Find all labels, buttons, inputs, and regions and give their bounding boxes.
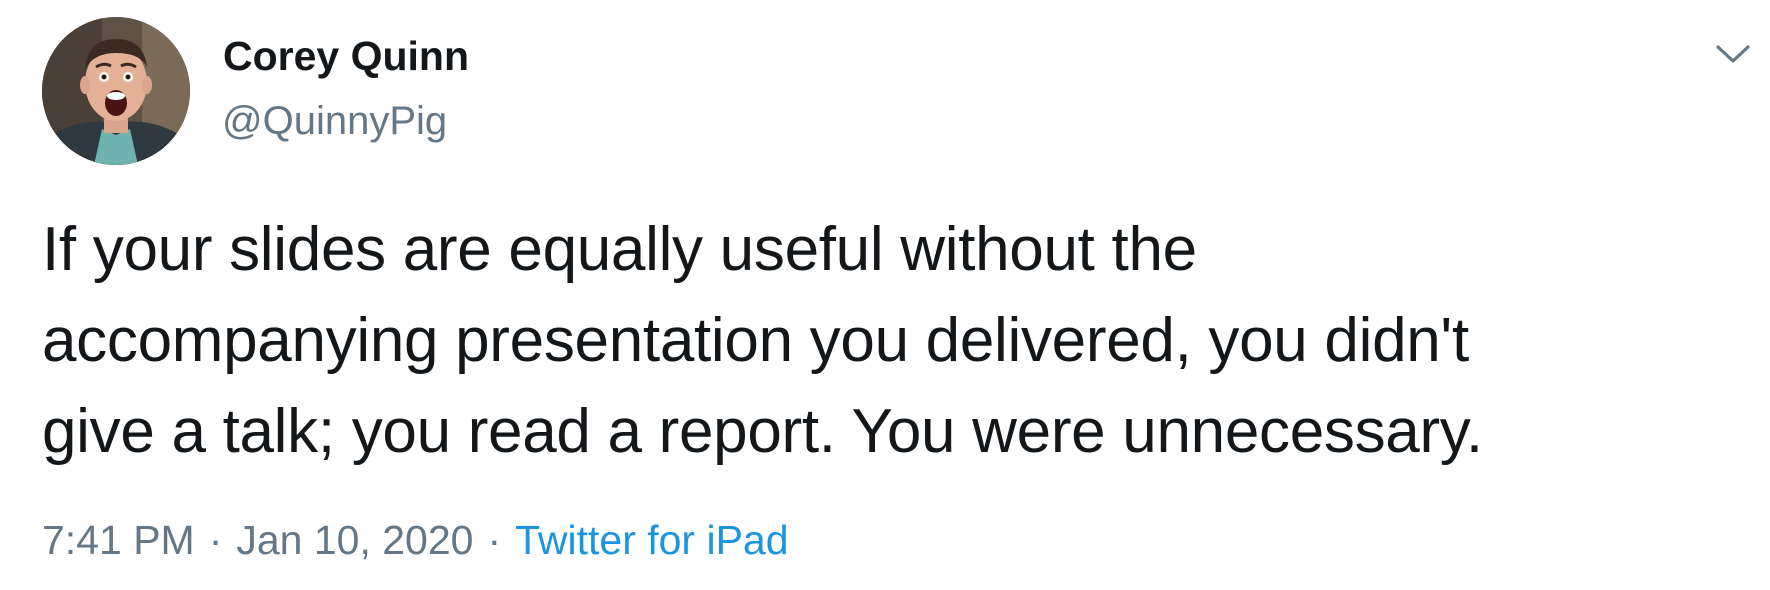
meta-separator: · <box>487 517 502 563</box>
meta-separator: · <box>208 517 223 563</box>
chevron-down-icon[interactable] <box>1712 38 1754 68</box>
tweet-meta: 7:41 PM · Jan 10, 2020 · Twitter for iPad <box>42 520 789 561</box>
tweet-text-line: give a talk; you read a report. You were… <box>42 397 1483 466</box>
tweet-text-line: If your slides are equally useful withou… <box>42 215 1197 284</box>
tweet-source-link[interactable]: Twitter for iPad <box>515 517 788 563</box>
tweet-date[interactable]: Jan 10, 2020 <box>236 517 473 563</box>
author-handle[interactable]: @QuinnyPig <box>222 101 447 141</box>
tweet-text-line: accompanying presentation you delivered,… <box>42 306 1469 375</box>
avatar[interactable] <box>42 17 190 165</box>
tweet-card: Corey Quinn @QuinnyPig If your slides ar… <box>0 0 1770 590</box>
tweet-time[interactable]: 7:41 PM <box>42 517 195 563</box>
author-display-name[interactable]: Corey Quinn <box>223 36 469 77</box>
tweet-text: If your slides are equally useful withou… <box>42 204 1722 477</box>
avatar-photo <box>42 17 190 165</box>
